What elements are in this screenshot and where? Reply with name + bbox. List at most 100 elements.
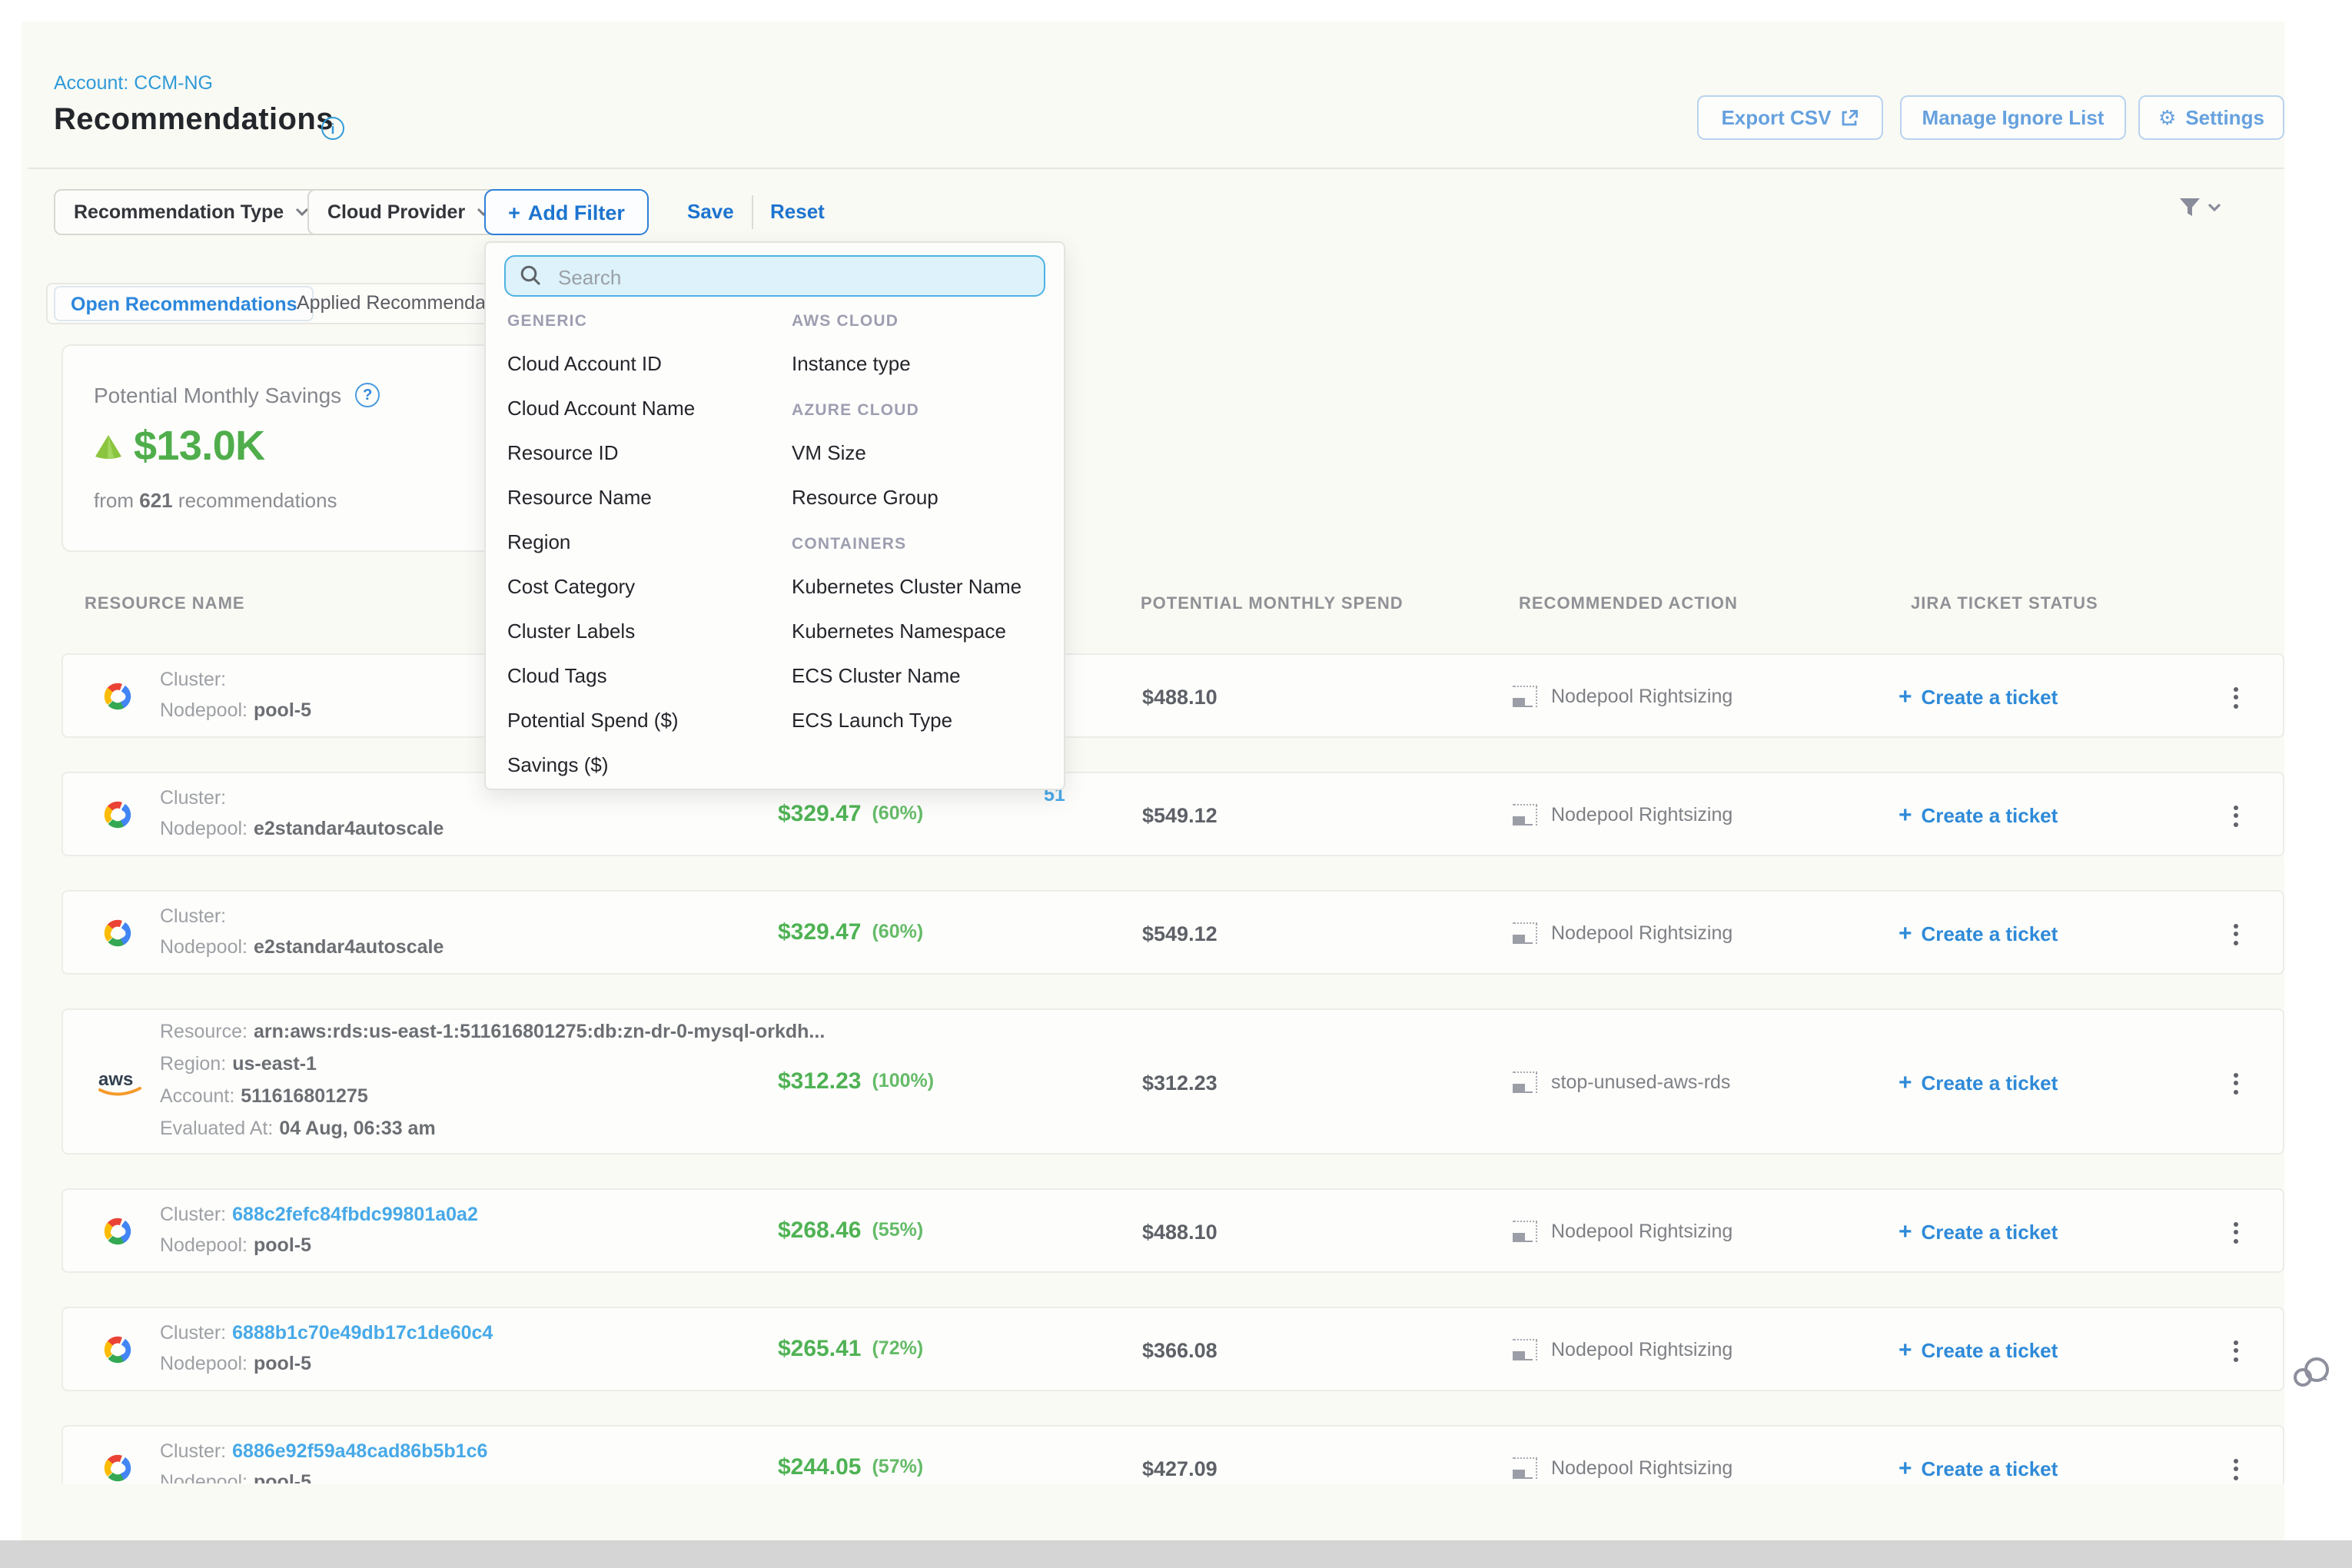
savings-count: 621	[139, 489, 172, 512]
reset-filter-button[interactable]: Reset	[770, 200, 825, 223]
manage-ignore-list-button[interactable]: Manage Ignore List	[1900, 95, 2126, 140]
filter-option[interactable]: Potential Spend ($)	[507, 706, 679, 733]
detail-label: Cluster:	[160, 1440, 226, 1462]
filter-option[interactable]: Resource Group	[792, 483, 938, 510]
resource-detail-line: Nodepool:pool-5	[160, 1471, 311, 1483]
resource-detail-line: Nodepool:pool-5	[160, 1234, 311, 1256]
create-ticket-button[interactable]: +Create a ticket	[1899, 1069, 2058, 1095]
monthly-savings-cell: $329.47(60%)	[778, 919, 923, 945]
rightsizing-icon	[1513, 1071, 1537, 1092]
recommended-action-cell: Nodepool Rightsizing	[1513, 922, 1732, 943]
filter-option[interactable]: Cost Category	[507, 572, 635, 600]
recommended-action-label: Nodepool Rightsizing	[1551, 803, 1732, 825]
bottom-bar	[0, 1540, 2352, 1568]
filter-option[interactable]: Savings ($)	[507, 750, 609, 778]
filter-option[interactable]: VM Size	[792, 438, 866, 466]
row-menu-button[interactable]	[2223, 920, 2247, 948]
filter-option[interactable]: Cloud Account Name	[507, 394, 695, 421]
create-ticket-button[interactable]: +Create a ticket	[1899, 920, 2058, 946]
help-chat-icon[interactable]	[2291, 1356, 2334, 1393]
detail-label: Account:	[160, 1085, 234, 1107]
row-menu-button[interactable]	[2223, 683, 2247, 711]
filter-option[interactable]: Kubernetes Namespace	[792, 616, 1006, 644]
recommended-action-cell: Nodepool Rightsizing	[1513, 685, 1732, 706]
recommended-action-cell: stop-unused-aws-rds	[1513, 1071, 1730, 1092]
savings-card-title: Potential Monthly Savings	[94, 383, 341, 407]
filter-divider	[752, 195, 753, 229]
funnel-icon	[2178, 197, 2201, 218]
aws-icon: aws	[94, 1065, 146, 1101]
help-icon[interactable]: ?	[355, 383, 380, 407]
account-breadcrumb[interactable]: Account: CCM-NG	[54, 72, 213, 94]
screen: Account: CCM-NG Recommendations i Export…	[0, 0, 2352, 1568]
filter-option[interactable]: Resource ID	[507, 438, 619, 466]
resource-detail-line: Nodepool:e2standar4autoscale	[160, 818, 443, 839]
filter-option[interactable]: Cluster Labels	[507, 616, 635, 644]
rightsizing-icon	[1513, 1220, 1537, 1241]
row-menu-button[interactable]	[2223, 1218, 2247, 1246]
row-menu-button[interactable]	[2223, 1337, 2247, 1364]
tab-open-recommendations[interactable]: Open Recommendations	[54, 286, 314, 321]
create-ticket-button[interactable]: +Create a ticket	[1899, 1218, 2058, 1244]
svg-text:aws: aws	[98, 1068, 133, 1089]
save-filter-button[interactable]: Save	[687, 200, 734, 223]
row-menu-button[interactable]	[2223, 1069, 2247, 1097]
table-row: Cluster:Nodepool:e2standar4autoscale51$3…	[61, 772, 2284, 856]
resource-detail-line: Cluster:688c2fefc84fbdc99801a0a2	[160, 1204, 478, 1225]
create-ticket-button[interactable]: +Create a ticket	[1899, 802, 2058, 828]
create-ticket-label: Create a ticket	[1922, 1338, 2058, 1361]
detail-label: Nodepool:	[160, 1353, 247, 1374]
row-menu-button[interactable]	[2223, 802, 2247, 829]
filter-option[interactable]: Resource Name	[507, 483, 652, 510]
savings-subtitle-prefix: from	[94, 489, 134, 512]
rightsizing-icon	[1513, 1338, 1537, 1360]
add-filter-button[interactable]: + Add Filter	[484, 189, 649, 235]
cloud-provider-filter-chip[interactable]: Cloud Provider	[307, 189, 510, 235]
filter-option[interactable]: Instance type	[792, 349, 911, 377]
filter-option[interactable]: ECS Cluster Name	[792, 661, 961, 689]
savings-value: $312.23	[778, 1068, 861, 1094]
create-ticket-label: Create a ticket	[1922, 922, 2058, 945]
gear-icon: ⚙	[2158, 108, 2176, 128]
cluster-link[interactable]: 6888b1c70e49db17c1de60c4	[232, 1322, 493, 1344]
detail-label: Resource:	[160, 1021, 247, 1042]
gcp-cloud-icon	[101, 918, 134, 948]
table-row: Cluster:688c2fefc84fbdc99801a0a2 Nodepool…	[61, 1188, 2284, 1273]
filter-panel-toggle[interactable]	[2178, 197, 2221, 218]
create-ticket-button[interactable]: +Create a ticket	[1899, 1337, 2058, 1363]
settings-button[interactable]: ⚙ Settings	[2138, 95, 2284, 140]
filter-section-title: AZURE CLOUD	[792, 397, 919, 424]
rightsizing-icon	[1513, 1457, 1537, 1478]
recommended-action-cell: Nodepool Rightsizing	[1513, 1338, 1732, 1360]
create-ticket-button[interactable]: +Create a ticket	[1899, 683, 2058, 709]
row-menu-button[interactable]	[2223, 1455, 2247, 1483]
recommended-action-label: Nodepool Rightsizing	[1551, 1220, 1732, 1241]
recommended-action-cell: Nodepool Rightsizing	[1513, 1457, 1732, 1478]
savings-value: $244.05	[778, 1453, 861, 1480]
detail-label: Cluster:	[160, 1322, 226, 1344]
recommendation-type-filter-chip[interactable]: Recommendation Type	[54, 189, 328, 235]
filter-option[interactable]: Region	[507, 527, 570, 555]
filter-option[interactable]: Cloud Account ID	[507, 349, 662, 377]
plus-icon: +	[508, 201, 520, 224]
recommended-action-cell: Nodepool Rightsizing	[1513, 803, 1732, 825]
plus-icon: +	[1899, 1455, 1912, 1481]
filter-option[interactable]: Kubernetes Cluster Name	[792, 572, 1022, 600]
chevron-down-icon	[294, 208, 308, 217]
savings-percent: (72%)	[872, 1337, 923, 1359]
chevron-down-icon	[2207, 203, 2221, 212]
detail-label: Nodepool:	[160, 818, 247, 839]
filter-option[interactable]: Cloud Tags	[507, 661, 607, 689]
cluster-link[interactable]: 6886e92f59a48cad86b5b1c6	[232, 1440, 487, 1462]
recommended-action-label: Nodepool Rightsizing	[1551, 1457, 1732, 1478]
detail-value: pool-5	[254, 1353, 311, 1374]
savings-subtitle: from 621 recommendations	[94, 489, 337, 512]
table-row: Cluster: 6888b1c70e49db17c1de60c4 Nodepool…	[61, 1307, 2284, 1391]
info-icon[interactable]: i	[321, 117, 344, 140]
recommendations-table: Cluster:Nodepool:pool-5$488.10Nodepool R…	[61, 584, 2284, 1483]
monthly-savings-cell: $312.23(100%)	[778, 1068, 934, 1094]
cluster-link[interactable]: 688c2fefc84fbdc99801a0a2	[232, 1204, 478, 1225]
filter-option[interactable]: ECS Launch Type	[792, 706, 952, 733]
export-csv-button[interactable]: Export CSV	[1697, 95, 1883, 140]
create-ticket-button[interactable]: +Create a ticket	[1899, 1455, 2058, 1481]
